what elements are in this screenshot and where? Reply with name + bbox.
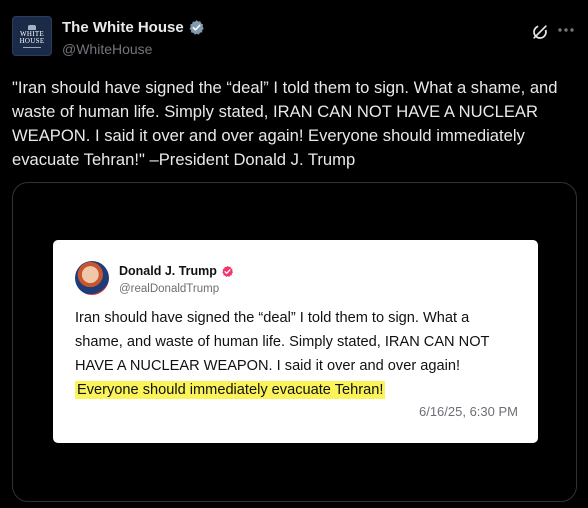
post-text: "Iran should have signed the “deal” I to…: [12, 78, 558, 169]
verified-badge-icon: [189, 20, 204, 35]
embedded-text-line: shame, and waste of human life. Simply s…: [75, 334, 490, 350]
author-handle[interactable]: @WhiteHouse: [62, 41, 152, 57]
author-display-name[interactable]: The White House: [62, 19, 184, 36]
avatar-logo-line: HOUSE: [19, 36, 45, 45]
embedded-post-text: Iran should have signed the “deal” I tol…: [75, 306, 525, 402]
post-header: WHITE HOUSE The White House @WhiteHouse: [12, 16, 576, 64]
author-name-row[interactable]: The White House: [62, 19, 205, 36]
embedded-text-line: HAVE A NUCLEAR WEAPON. I said it over an…: [75, 358, 461, 374]
seal-icon: [28, 24, 36, 30]
embedded-handle: @realDonaldTrump: [119, 283, 220, 295]
more-icon[interactable]: [556, 20, 576, 40]
avatar[interactable]: WHITE HOUSE: [12, 16, 52, 56]
grok-icon[interactable]: [530, 22, 550, 42]
verified-badge-icon: [222, 265, 233, 277]
embedded-text-line: Everyone should immediately evacuate Teh…: [75, 378, 525, 402]
embedded-display-name: Donald J. Trump: [119, 264, 217, 278]
highlighted-text: Everyone should immediately evacuate Teh…: [75, 381, 386, 399]
embedded-post-card: Donald J. Trump @realDonaldTrump Iran sh…: [53, 240, 538, 443]
more-dots-icon: [558, 28, 574, 32]
avatar-logo-rule: [23, 46, 41, 48]
embedded-name-row: Donald J. Trump: [119, 264, 234, 278]
embedded-text-line: Iran should have signed the “deal” I tol…: [75, 310, 470, 326]
embedded-timestamp: 6/16/25, 6:30 PM: [418, 404, 518, 419]
post-media[interactable]: Donald J. Trump @realDonaldTrump Iran sh…: [12, 182, 577, 502]
embedded-avatar: [75, 261, 109, 295]
